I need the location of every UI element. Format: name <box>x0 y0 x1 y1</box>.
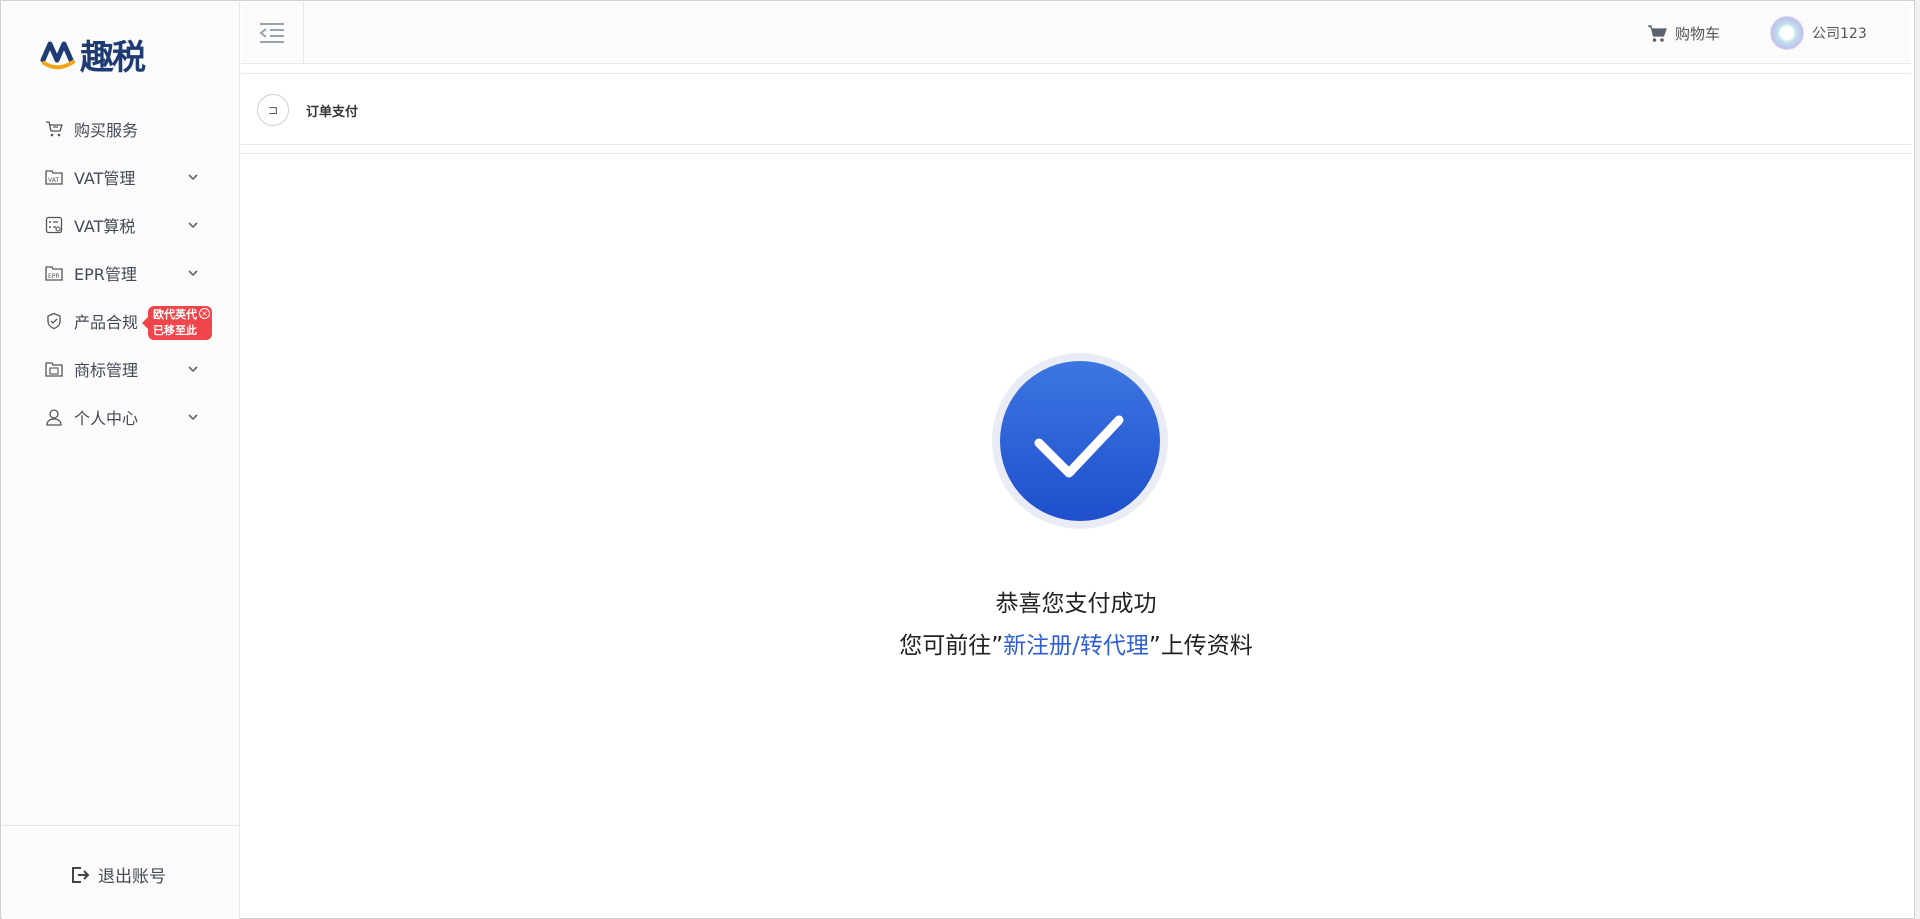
badge-line-2: 已移至此 <box>153 324 197 337</box>
logout-icon <box>72 866 90 883</box>
sidebar-nav: 购买服务 VAT VAT管理 VAT算税 EPR EPR管理 产品合规 欧代英代… <box>2 105 240 441</box>
trademark-folder-icon <box>44 359 64 379</box>
epr-folder-icon: EPR <box>44 263 64 283</box>
page-title: 订单支付 <box>306 105 359 120</box>
vat-folder-icon: VAT <box>44 167 64 187</box>
cart-button[interactable]: 购物车 <box>1647 23 1720 44</box>
instruction-message: 您可前往”新注册/转代理”上传资料 <box>741 626 1411 660</box>
back-button[interactable]: ⊐ <box>257 94 289 126</box>
success-message: 恭喜您支付成功 <box>995 591 1157 617</box>
instruction-suffix: ”上传资料 <box>1148 633 1253 659</box>
sidebar-item-epr-management[interactable]: EPR EPR管理 <box>2 249 240 297</box>
sidebar-footer: 退出账号 <box>2 825 240 919</box>
sidebar-item-trademark-management[interactable]: 商标管理 <box>2 345 240 393</box>
app-window: 趣税 购买服务 VAT VAT管理 VAT算税 EPR EPR管理 产品合规 欧… <box>0 0 1915 919</box>
sidebar-item-label: VAT算税 <box>74 217 136 236</box>
sidebar-item-label: VAT管理 <box>74 169 136 188</box>
sidebar-item-vat-calculation[interactable]: VAT算税 <box>2 201 240 249</box>
sidebar-item-personal-center[interactable]: 个人中心 <box>2 393 240 441</box>
close-icon[interactable]: × <box>199 308 210 319</box>
chevron-down-icon <box>188 222 198 229</box>
chevron-down-icon <box>188 366 198 373</box>
top-bar: 购物车 公司123 <box>241 2 1911 64</box>
chevron-down-icon <box>188 414 198 421</box>
sidebar-item-label: EPR管理 <box>74 265 137 284</box>
chevron-down-icon <box>188 270 198 277</box>
sidebar-item-buy-service[interactable]: 购买服务 <box>2 105 240 153</box>
collapse-menu-icon <box>259 23 284 43</box>
breadcrumb: ⊐ 订单支付 <box>241 73 1911 145</box>
shield-check-icon <box>44 311 64 331</box>
user-icon <box>44 407 64 427</box>
moved-notice-badge: 欧代英代 已移至此 × <box>142 306 212 340</box>
menu-toggle-button[interactable] <box>241 2 304 64</box>
brand-logo[interactable]: 趣税 <box>40 32 146 78</box>
sidebar-item-label: 商标管理 <box>74 361 139 380</box>
logout-button[interactable]: 退出账号 <box>70 862 166 887</box>
content-divider <box>241 153 1911 154</box>
sidebar-item-vat-management[interactable]: VAT VAT管理 <box>2 153 240 201</box>
svg-text:VAT: VAT <box>48 177 59 184</box>
user-name: 公司123 <box>1812 26 1867 42</box>
sidebar-item-label: 个人中心 <box>74 409 139 428</box>
sidebar: 趣税 购买服务 VAT VAT管理 VAT算税 EPR EPR管理 产品合规 欧… <box>2 2 240 919</box>
avatar <box>1770 16 1804 50</box>
scrollbar[interactable] <box>1915 0 1920 919</box>
svg-text:EPR: EPR <box>48 273 60 280</box>
chevron-down-icon <box>188 174 198 181</box>
cart-label: 购物车 <box>1675 25 1721 43</box>
logo-mark-icon <box>40 41 75 70</box>
calculator-icon <box>44 215 64 235</box>
user-menu[interactable]: 公司123 <box>1770 16 1867 50</box>
logout-label: 退出账号 <box>98 867 166 887</box>
logo-text: 趣税 <box>80 37 146 78</box>
sidebar-item-label: 产品合规 <box>74 313 139 332</box>
new-registration-link[interactable]: 新注册/转代理 <box>1003 633 1149 659</box>
cart-icon <box>44 119 64 139</box>
instruction-prefix: 您可前往” <box>899 633 1004 659</box>
sidebar-item-product-compliance[interactable]: 产品合规 欧代英代 已移至此 × <box>2 297 240 345</box>
sidebar-item-label: 购买服务 <box>74 121 139 140</box>
shopping-cart-icon <box>1648 24 1667 42</box>
success-check-icon <box>992 353 1168 529</box>
